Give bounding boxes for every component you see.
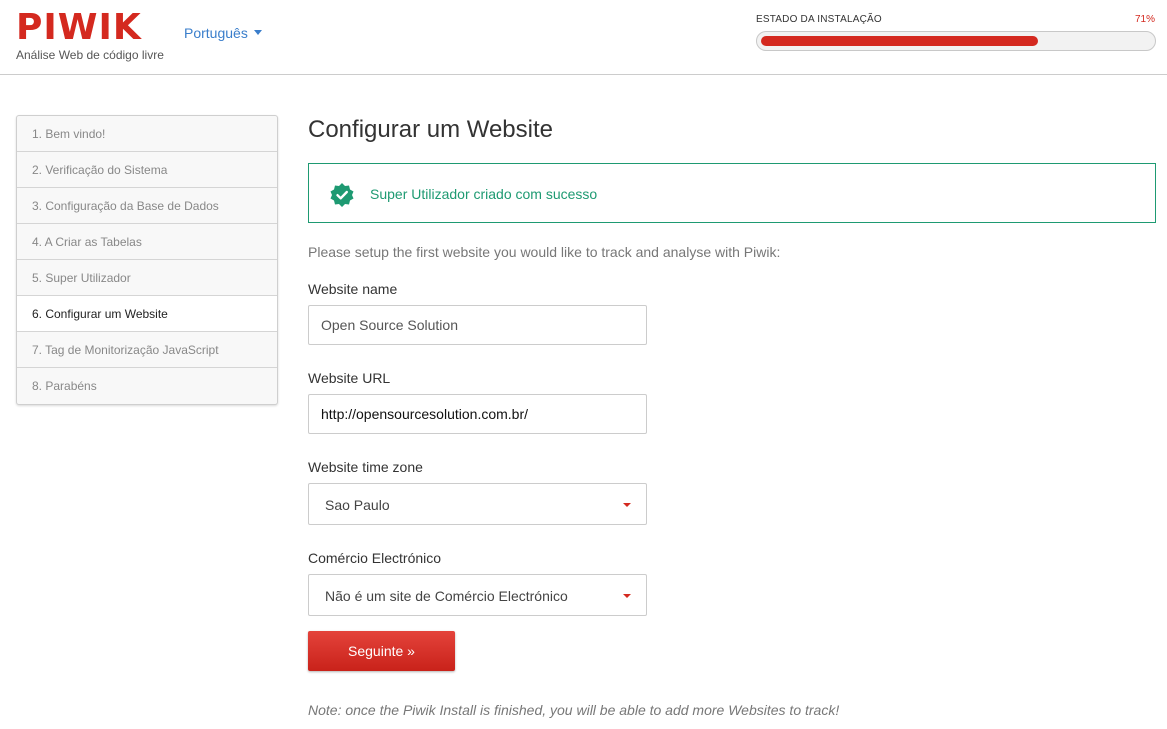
- ecommerce-value: Não é um site de Comércio Electrónico: [325, 588, 568, 604]
- progress-fill: [761, 36, 1038, 46]
- website-url-input[interactable]: [308, 394, 647, 434]
- page-title: Configurar um Website: [308, 116, 553, 143]
- header: PIWIK Análise Web de código livre Portug…: [0, 0, 1167, 75]
- progress-label: ESTADO DA INSTALAÇÃO: [756, 14, 882, 25]
- step-create-tables: 4. A Criar as Tabelas: [17, 224, 277, 260]
- step-congratulations: 8. Parabéns: [32, 379, 97, 393]
- check-badge-icon: [330, 183, 354, 207]
- step-super-user: 5. Super Utilizador: [17, 260, 277, 296]
- step-system-check: 2. Verificação do Sistema: [17, 152, 277, 188]
- caret-down-icon: [623, 594, 631, 598]
- success-message: Super Utilizador criado com sucesso: [370, 186, 598, 202]
- language-label: Português: [184, 25, 248, 41]
- progress-percent: 71%: [1134, 14, 1155, 25]
- caret-down-icon: [623, 503, 631, 507]
- website-name-input[interactable]: [308, 305, 647, 345]
- step-setup-website: 6. Configurar um Website: [17, 296, 277, 332]
- piwik-logo[interactable]: PIWIK: [16, 10, 142, 46]
- step-welcome: 1. Bem vindo!: [17, 116, 277, 152]
- installation-steps: 1. Bem vindo! 2. Verificação do Sistema …: [16, 115, 278, 405]
- ecommerce-label: Comércio Electrónico: [308, 550, 442, 566]
- timezone-select[interactable]: Sao Paulo: [308, 483, 647, 525]
- success-notification: Super Utilizador criado com sucesso: [308, 163, 1156, 223]
- ecommerce-select[interactable]: Não é um site de Comércio Electrónico: [308, 574, 647, 616]
- step-database-setup: 3. Configuração da Base de Dados: [17, 188, 277, 224]
- intro-text: Please setup the first website you would…: [308, 244, 781, 260]
- step-tracking-code: 7. Tag de Monitorização JavaScript: [17, 332, 277, 368]
- timezone-label: Website time zone: [308, 459, 423, 475]
- timezone-value: Sao Paulo: [325, 497, 390, 513]
- language-selector[interactable]: Português: [184, 25, 262, 41]
- tagline: Análise Web de código livre: [16, 48, 164, 62]
- website-url-label: Website URL: [308, 370, 391, 386]
- install-note: Note: once the Piwik Install is finished…: [308, 702, 840, 718]
- progress-bar: [756, 31, 1156, 51]
- caret-down-icon: [253, 29, 262, 35]
- next-button[interactable]: Seguinte »: [308, 631, 455, 671]
- website-name-label: Website name: [308, 281, 398, 297]
